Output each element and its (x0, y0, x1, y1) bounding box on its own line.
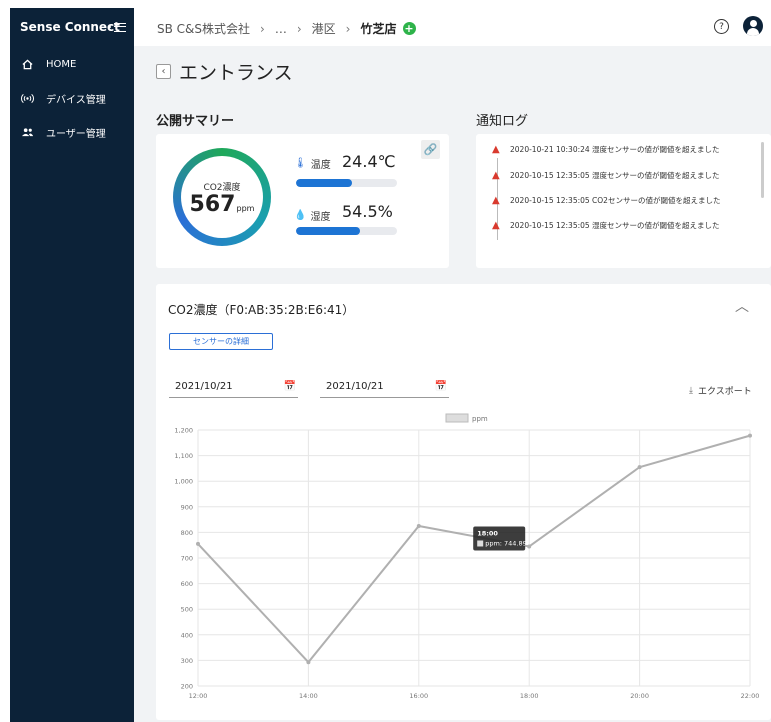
x-tick-label: 16:00 (409, 692, 428, 700)
y-tick-label: 1,200 (174, 427, 193, 435)
chevron-right-icon: › (345, 21, 351, 36)
link-icon[interactable]: 🔗 (421, 140, 440, 159)
data-point (196, 541, 200, 546)
page-title: エントランス (179, 62, 293, 84)
temperature-label: 🌡 温度 (294, 158, 331, 171)
co2-unit: ppm (236, 204, 255, 213)
log-item: ▲ 2020-10-15 12:35:05 CO2センサーの値が閾値を超えました (492, 195, 721, 206)
home-icon (18, 59, 36, 70)
app-root: Sense Connect HOME デバイス管理 ユーザー管理 SB C&S株… (0, 0, 771, 722)
y-tick-label: 500 (181, 606, 193, 614)
summary-card: CO2濃度 567ppm 🌡 温度 24.4℃ 💧 湿度 54.5% 🔗 (156, 134, 449, 268)
chevron-up-icon[interactable]: ︿ (735, 296, 749, 316)
log-item: ▲ 2020-10-15 12:35:05 湿度センサーの値が閾値を超えました (492, 220, 720, 231)
data-point (637, 465, 642, 470)
data-point (748, 433, 752, 438)
temperature-bar (296, 179, 397, 187)
y-tick-label: 700 (181, 555, 193, 563)
chevron-right-icon: › (296, 21, 302, 36)
data-point (527, 544, 532, 549)
breadcrumb-area[interactable]: 港区 (312, 20, 336, 37)
humidity-bar (296, 227, 397, 235)
users-icon (18, 127, 36, 138)
notification-log-card: ▲ 2020-10-21 10:30:24 湿度センサーの値が閾値を超えました ▲… (476, 134, 771, 268)
breadcrumb: SB C&S株式会社 › … › 港区 › 竹芝店 + (157, 20, 416, 37)
question-icon[interactable]: ? (714, 19, 729, 34)
droplet-icon: 💧 (294, 210, 307, 221)
signal-icon (18, 93, 36, 104)
log-item: ▲ 2020-10-15 12:35:05 湿度センサーの値が閾値を超えました (492, 170, 720, 181)
sidebar-item-label: HOME (46, 58, 77, 70)
summary-title: 公開サマリー (156, 114, 235, 129)
plus-icon[interactable]: + (402, 22, 416, 35)
x-tick-label: 14:00 (299, 692, 318, 700)
x-tick-label: 20:00 (630, 692, 649, 700)
sidebar-item-devices[interactable]: デバイス管理 (18, 88, 106, 108)
thermometer-icon: 🌡 (294, 158, 307, 169)
data-point (416, 524, 421, 528)
warning-icon: ▲ (492, 170, 500, 181)
y-tick-label: 1,100 (174, 452, 193, 460)
y-tick-label: 800 (181, 529, 193, 537)
sidebar: Sense Connect HOME デバイス管理 ユーザー管理 (10, 8, 134, 722)
chevron-right-icon: › (260, 21, 265, 36)
menu-toggle-button[interactable] (106, 18, 128, 36)
sensor-detail-button[interactable]: センサーの詳細 (169, 333, 273, 350)
x-tick-label: 18:00 (520, 692, 539, 700)
breadcrumb-company[interactable]: SB C&S株式会社 (157, 20, 250, 37)
y-tick-label: 300 (181, 657, 193, 665)
collapse-dot-icon (108, 26, 111, 28)
log-item: ▲ 2020-10-21 10:30:24 湿度センサーの値が閾値を超えました (492, 144, 720, 155)
y-tick-label: 1,000 (174, 478, 193, 486)
chart-section-title: CO2濃度（F0:AB:35:2B:E6:41） (168, 303, 355, 317)
breadcrumb-store: 竹芝店 (360, 22, 397, 36)
y-tick-label: 900 (181, 503, 193, 511)
hamburger-icon (113, 22, 126, 32)
brand-name: Sense Connect (20, 20, 120, 34)
calendar-icon[interactable]: 📅 (435, 381, 447, 392)
tooltip-time: 18:00 (477, 529, 498, 537)
notifications-title: 通知ログ (476, 114, 529, 129)
export-button[interactable]: ⤓ エクスポート (689, 384, 752, 398)
temperature-value: 24.4℃ (342, 152, 396, 171)
warning-icon: ▲ (492, 195, 500, 206)
x-tick-label: 22:00 (741, 692, 760, 700)
back-button[interactable]: ‹ (156, 64, 171, 79)
co2-line-chart: ppm 200 300 400 500 600 700 800 900 1,000 1,100 1,2… (174, 413, 760, 700)
main-content: ‹ エントランス 公開サマリー 通知ログ CO2濃度 567ppm 🌡 温度 24… (134, 46, 771, 722)
y-tick-label: 200 (181, 683, 193, 691)
sidebar-item-users[interactable]: ユーザー管理 (18, 122, 106, 142)
co2-chart-card: CO2濃度（F0:AB:35:2B:E6:41） ︿ センサーの詳細 2021/… (156, 284, 771, 720)
y-tick-label: 600 (181, 580, 193, 588)
humidity-label: 💧 湿度 (294, 210, 331, 223)
legend-label: ppm (472, 415, 488, 423)
x-tick-label: 12:00 (189, 692, 208, 700)
tooltip-value: ppm: 744.89 (485, 539, 527, 547)
top-header: SB C&S株式会社 › … › 港区 › 竹芝店 + ? (134, 8, 771, 46)
humidity-value: 54.5% (342, 202, 393, 221)
download-icon: ⤓ (689, 385, 693, 396)
y-tick-label: 400 (181, 631, 193, 639)
tooltip-swatch (477, 540, 484, 547)
scrollbar[interactable] (761, 142, 764, 198)
sidebar-item-home[interactable]: HOME (18, 54, 76, 74)
date-to-field[interactable]: 2021/10/21 📅 (320, 376, 449, 398)
legend-swatch (445, 413, 469, 423)
date-from-field[interactable]: 2021/10/21 📅 (169, 376, 298, 398)
warning-icon: ▲ (492, 220, 500, 231)
co2-value: 567ppm (189, 192, 255, 217)
sidebar-item-label: デバイス管理 (46, 94, 106, 106)
sidebar-item-label: ユーザー管理 (46, 128, 106, 140)
warning-icon: ▲ (492, 144, 500, 155)
breadcrumb-ellipsis[interactable]: … (275, 22, 287, 36)
calendar-icon[interactable]: 📅 (284, 381, 296, 392)
data-point (306, 660, 311, 665)
co2-gauge: CO2濃度 567ppm (173, 148, 271, 246)
user-icon[interactable] (743, 16, 763, 36)
